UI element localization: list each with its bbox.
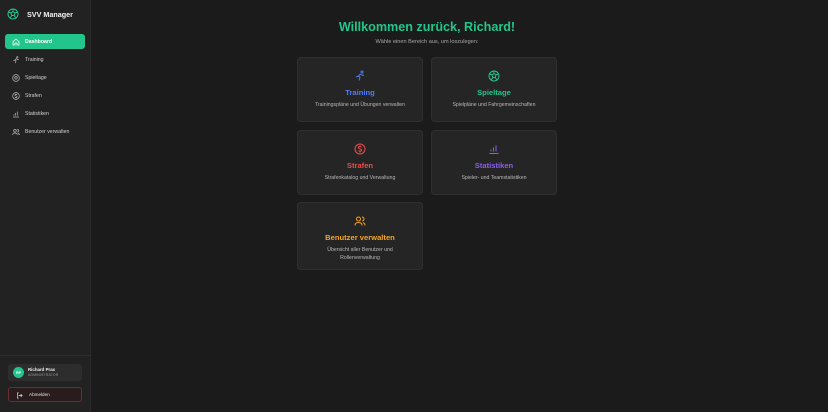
sidebar-item-benutzer[interactable]: Benutzer verwalten (5, 124, 85, 139)
sidebar-item-label: Training (25, 56, 44, 63)
card-title: Training (345, 88, 375, 97)
card-description: Strafenkatalog und Verwaltung (324, 175, 396, 181)
card-title: Spieltage (477, 88, 511, 97)
card-spieltage[interactable]: Spieltage Spielpläne und Fahrgemeinschaf… (431, 57, 557, 122)
sidebar-item-dashboard[interactable]: Dashboard (5, 34, 85, 49)
card-title: Benutzer verwalten (325, 233, 395, 242)
sidebar-item-label: Benutzer verwalten (25, 128, 70, 135)
training-icon (298, 70, 422, 82)
page-subtitle: Wähle einen Bereich aus, um loszulegen: (375, 39, 479, 45)
card-statistiken[interactable]: Statistiken Spieler- und Teamstatistiken (431, 130, 557, 195)
home-icon (12, 38, 20, 46)
user-meta: Richard Prax ADMINISTRATOR (28, 367, 59, 377)
app-title: SVV Manager (27, 9, 73, 19)
users-icon (298, 215, 422, 227)
sidebar-item-label: Strafen (25, 92, 42, 99)
bar-chart-icon (432, 143, 556, 155)
card-training[interactable]: Training Trainingspläne und Übungen verw… (297, 57, 423, 122)
card-description: Spieler- und Teamstatistiken (461, 175, 527, 181)
sidebar-item-label: Spieltage (25, 74, 47, 81)
sidebar-nav: Dashboard Training Spieltage Strafen Sta… (5, 34, 85, 142)
sidebar-item-training[interactable]: Training (5, 52, 85, 67)
sidebar: SVV Manager Dashboard Training Spieltage… (0, 0, 91, 412)
user-role: ADMINISTRATOR (28, 372, 59, 377)
card-title: Strafen (346, 161, 374, 170)
card-description: Trainingspläne und Übungen verwalten (314, 102, 406, 108)
card-description: Spielpläne und Fahrgemeinschaften (452, 102, 536, 108)
card-description: Übersicht aller Benutzer und Rollenverwa… (327, 247, 393, 261)
page-title: Willkommen zurück, Richard! (338, 20, 516, 34)
users-icon (12, 128, 20, 136)
sidebar-footer: RP Richard Prax ADMINISTRATOR Abmelden (0, 355, 91, 412)
brand[interactable]: SVV Manager (7, 7, 73, 21)
sidebar-item-statistiken[interactable]: Statistiken (5, 106, 85, 121)
bar-chart-icon (12, 110, 20, 118)
card-strafen[interactable]: Strafen Strafenkatalog und Verwaltung (297, 130, 423, 195)
sidebar-item-spieltage[interactable]: Spieltage (5, 70, 85, 85)
sidebar-item-label: Statistiken (25, 110, 49, 117)
soccer-ball-icon (432, 70, 556, 82)
money-icon (12, 91, 20, 100)
card-benutzer-verwalten[interactable]: Benutzer verwalten Übersicht aller Benut… (297, 202, 423, 270)
soccer-ball-icon (7, 8, 19, 20)
card-title: Statistiken (474, 161, 514, 170)
training-icon (12, 55, 20, 64)
sidebar-item-strafen[interactable]: Strafen (5, 88, 85, 103)
user-card[interactable]: RP Richard Prax ADMINISTRATOR (8, 364, 82, 381)
logout-button[interactable]: Abmelden (8, 387, 82, 402)
main-content: Willkommen zurück, Richard! Wähle einen … (91, 0, 828, 412)
logout-label: Abmelden (29, 392, 50, 397)
logout-icon (16, 386, 23, 404)
user-name: Richard Prax (28, 367, 56, 373)
money-icon (298, 143, 422, 155)
sidebar-item-label: Dashboard (25, 38, 53, 45)
soccer-ball-icon (12, 73, 20, 82)
avatar: RP (13, 367, 24, 378)
